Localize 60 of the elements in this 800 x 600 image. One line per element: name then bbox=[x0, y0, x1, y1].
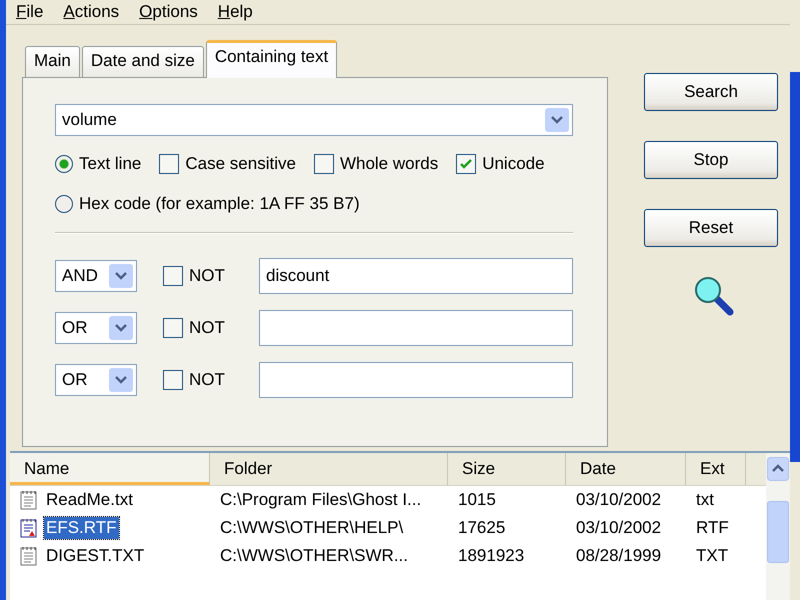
menu-item[interactable]: Actions bbox=[63, 2, 120, 22]
operator-combo[interactable]: OR bbox=[55, 364, 137, 396]
column-header[interactable]: Size bbox=[448, 453, 566, 485]
action-button[interactable]: Stop bbox=[644, 141, 778, 179]
radio-button[interactable] bbox=[55, 155, 73, 173]
scroll-up-icon[interactable] bbox=[767, 457, 789, 481]
menu-item[interactable]: File bbox=[16, 2, 44, 22]
operator-combo[interactable]: OR bbox=[55, 312, 137, 344]
input-field[interactable] bbox=[259, 362, 573, 398]
input-field[interactable]: discount bbox=[259, 258, 573, 294]
action-button[interactable]: Reset bbox=[644, 209, 778, 247]
column-header[interactable]: Folder bbox=[210, 453, 448, 485]
table-cell: RTF bbox=[696, 518, 729, 538]
checkbox[interactable] bbox=[163, 318, 183, 338]
option-label: NOT bbox=[189, 370, 225, 390]
text-file-icon bbox=[20, 546, 38, 566]
table-cell: 1015 bbox=[458, 490, 496, 510]
checkbox[interactable] bbox=[163, 266, 183, 286]
option-label: Case sensitive bbox=[185, 154, 296, 174]
tab[interactable]: Containing text bbox=[206, 40, 338, 78]
table-cell: 17625 bbox=[458, 518, 506, 538]
action-button[interactable]: Search bbox=[644, 73, 778, 111]
table-cell: 1891923 bbox=[458, 546, 524, 566]
input-field[interactable] bbox=[259, 310, 573, 346]
column-header[interactable]: Date bbox=[566, 453, 686, 485]
rich-text-file-icon bbox=[20, 518, 38, 538]
option-label: Unicode bbox=[482, 154, 545, 174]
magnifier-icon bbox=[693, 275, 735, 317]
menu-item[interactable]: Help bbox=[218, 2, 253, 22]
option-label: Text line bbox=[79, 154, 142, 174]
checkbox[interactable] bbox=[159, 154, 180, 174]
column-header[interactable]: Ext bbox=[686, 453, 746, 485]
vertical-scrollbar[interactable] bbox=[766, 453, 790, 600]
option-label: NOT bbox=[189, 318, 225, 338]
table-cell: txt bbox=[696, 490, 714, 510]
menu-item[interactable]: Options bbox=[139, 2, 198, 22]
table-cell: 08/28/1999 bbox=[576, 546, 662, 566]
table-cell: TXT bbox=[696, 546, 728, 566]
table-cell: C:\Program Files\Ghost I... bbox=[220, 490, 422, 510]
tab[interactable]: Main bbox=[25, 46, 80, 77]
operator-combo[interactable]: AND bbox=[55, 260, 137, 292]
table-cell: C:\WWS\OTHER\SWR... bbox=[220, 546, 408, 566]
file-name[interactable]: DIGEST.TXT bbox=[44, 545, 146, 567]
checkbox[interactable] bbox=[314, 154, 334, 174]
option-label: Hex code (for example: 1A FF 35 B7) bbox=[79, 194, 360, 214]
tab[interactable]: Date and size bbox=[82, 46, 204, 77]
scroll-thumb[interactable] bbox=[767, 501, 789, 563]
option-label: Whole words bbox=[340, 154, 438, 174]
table-cell: C:\WWS\OTHER\HELP\ bbox=[220, 518, 404, 538]
table-cell: 03/10/2002 bbox=[576, 518, 662, 538]
file-name[interactable]: ReadMe.txt bbox=[44, 489, 135, 511]
table-cell: 03/10/2002 bbox=[576, 490, 662, 510]
checkbox[interactable] bbox=[456, 154, 476, 174]
search-text-combo[interactable]: volume bbox=[55, 104, 573, 136]
option-label: NOT bbox=[189, 266, 225, 286]
column-header[interactable]: Name bbox=[10, 453, 210, 485]
text-file-icon bbox=[20, 490, 38, 510]
file-name[interactable]: EFS.RTF bbox=[44, 517, 119, 539]
radio-button[interactable] bbox=[55, 195, 73, 213]
checkbox[interactable] bbox=[163, 370, 183, 390]
